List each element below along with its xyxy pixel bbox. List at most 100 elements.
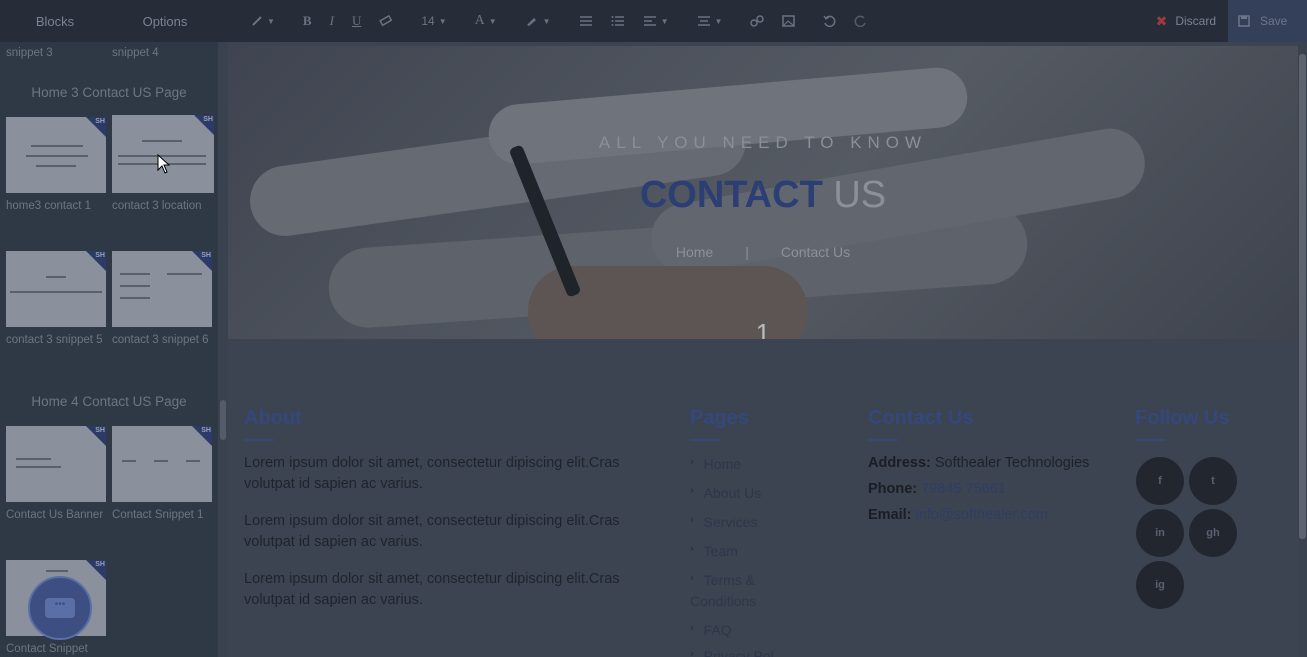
- live-chat-button[interactable]: •••: [28, 576, 92, 640]
- snippet-contact-3-snippet-6[interactable]: SH contact 3 snippet 6: [112, 251, 212, 349]
- font-color-dropdown[interactable]: A ▼: [466, 0, 506, 42]
- breadcrumb-home[interactable]: Home: [676, 244, 713, 260]
- snippet-group-title: Home 3 Contact US Page: [31, 85, 187, 100]
- footer-link-privacy[interactable]: › Privacy Pol: [690, 648, 774, 657]
- hero-title-highlight: CONTACT: [639, 174, 823, 216]
- editor-toolbar: Blocks Options ▼ B I U 14 ▼ A ▼ ▼ ▼ ▼ ✖ …: [0, 0, 1307, 42]
- link-button[interactable]: [741, 0, 773, 42]
- sidebar-tabs: Blocks Options: [0, 0, 220, 42]
- footer-link-home[interactable]: › Home: [690, 456, 741, 472]
- footer-link-terms[interactable]: › Terms &: [690, 572, 755, 588]
- footer-link-about-us[interactable]: › About Us: [690, 485, 761, 501]
- mouse-pointer-icon: [157, 154, 171, 174]
- snippet-label: Contact Us Banner: [6, 509, 104, 521]
- heading-underline: [244, 439, 274, 441]
- discard-label: Discard: [1175, 14, 1216, 28]
- chevron-right-icon: ›: [690, 622, 694, 634]
- bold-icon: B: [302, 13, 312, 28]
- align-dropdown[interactable]: ▼: [634, 0, 678, 42]
- snippets-panel: snippet 3 snippet 4 Home 3 Contact US Pa…: [0, 42, 218, 657]
- heading-underline: [868, 439, 898, 441]
- twitter-icon[interactable]: t: [1189, 457, 1237, 505]
- snippet-thumbnail: SH: [112, 251, 212, 327]
- image-button[interactable]: [773, 0, 804, 42]
- paragraph-dropdown[interactable]: ▼: [688, 0, 732, 42]
- about-paragraph: Lorem ipsum dolor sit amet, consectetur …: [244, 571, 620, 608]
- instagram-icon[interactable]: ig: [1136, 561, 1184, 609]
- linkedin-icon[interactable]: in: [1136, 509, 1184, 557]
- pages-heading: Pages: [690, 407, 749, 429]
- eraser-icon: [379, 15, 393, 27]
- unordered-list-button[interactable]: [570, 0, 602, 42]
- italic-button[interactable]: I: [321, 0, 343, 42]
- save-button[interactable]: Save: [1228, 0, 1307, 42]
- chevron-right-icon: ›: [690, 543, 694, 555]
- list-icon: [579, 16, 592, 26]
- snippet-group-title: Home 4 Contact US Page: [31, 394, 187, 409]
- paint-brush-icon: [526, 18, 536, 26]
- eraser-button[interactable]: [370, 0, 402, 42]
- paragraph-icon: [697, 16, 710, 26]
- facebook-icon[interactable]: f: [1136, 457, 1184, 505]
- snippet-contact-us-banner[interactable]: SH Contact Us Banner: [6, 426, 106, 524]
- follow-heading: Follow Us: [1135, 407, 1230, 429]
- snippet-contact-3-snippet-5[interactable]: SH contact 3 snippet 5: [6, 251, 106, 349]
- close-icon: ✖: [1155, 12, 1168, 29]
- hero-title-rest: US: [822, 174, 887, 216]
- snippet-thumbnail: SH: [6, 251, 106, 327]
- chat-bubble-icon: •••: [45, 598, 75, 618]
- chevron-right-icon: ›: [690, 485, 694, 497]
- font-size-dropdown[interactable]: 14 ▼: [412, 0, 455, 42]
- sidebar-scrollbar[interactable]: [218, 42, 228, 657]
- discard-button[interactable]: ✖ Discard: [1144, 0, 1228, 42]
- canvas-scrollbar[interactable]: [1298, 42, 1307, 657]
- scrollbar-thumb[interactable]: [220, 400, 226, 440]
- undo-button[interactable]: [814, 0, 845, 42]
- about-paragraph: Lorem ipsum dolor sit amet, consectetur …: [244, 513, 620, 550]
- align-left-icon: [643, 16, 656, 26]
- footer-link-conditions[interactable]: Conditions: [690, 593, 756, 609]
- about-paragraph: Lorem ipsum dolor sit amet, consectetur …: [244, 455, 620, 492]
- underline-icon: U: [351, 13, 362, 28]
- style-dropdown[interactable]: ▼: [242, 0, 284, 42]
- breadcrumb-separator: |: [745, 244, 749, 260]
- italic-icon: I: [329, 13, 334, 28]
- snippet-contact-snippet-1[interactable]: SH Contact Snippet 1: [112, 426, 212, 524]
- redo-button[interactable]: [845, 0, 876, 42]
- site-footer: About Lorem ipsum dolor sit amet, consec…: [228, 339, 1298, 657]
- snippet-label: contact 3 snippet 6: [112, 334, 209, 346]
- chevron-right-icon: ›: [690, 572, 694, 584]
- snippet-label: contact 3 location: [112, 200, 202, 212]
- footer-link-faq[interactable]: › FAQ: [690, 622, 732, 638]
- chevron-down-icon: ▼: [660, 16, 669, 26]
- tab-options[interactable]: Options: [110, 0, 220, 42]
- breadcrumb-current: Contact Us: [780, 244, 851, 260]
- contact-email: Email: info@softhealer.com: [868, 507, 1048, 523]
- highlight-dropdown[interactable]: ▼: [516, 0, 560, 42]
- contact-hero-banner[interactable]: ALL YOU NEED TO KNOW CONTACT US Home | C…: [228, 46, 1298, 339]
- footer-link-services[interactable]: › Services: [690, 514, 757, 530]
- ordered-list-button[interactable]: [602, 0, 634, 42]
- chevron-right-icon: ›: [690, 514, 694, 526]
- github-icon[interactable]: gh: [1189, 509, 1237, 557]
- heading-underline: [690, 439, 720, 441]
- tab-blocks[interactable]: Blocks: [0, 0, 110, 42]
- snippet-thumbnail: SH: [112, 426, 212, 502]
- slide-number: 1: [755, 318, 771, 339]
- breadcrumb: Home | Contact Us: [228, 244, 1298, 260]
- footer-link-team[interactable]: › Team: [690, 543, 738, 559]
- about-heading: About: [244, 407, 302, 429]
- brush-icon: [252, 16, 262, 26]
- bold-button[interactable]: B: [294, 0, 321, 42]
- underline-button[interactable]: U: [343, 0, 370, 42]
- hero-subtitle: ALL YOU NEED TO KNOW: [598, 133, 928, 152]
- scrollbar-thumb[interactable]: [1299, 54, 1306, 539]
- image-icon: [782, 15, 796, 27]
- page-canvas: ALL YOU NEED TO KNOW CONTACT US Home | C…: [228, 42, 1298, 657]
- snippet-thumbnail: SH: [6, 426, 106, 502]
- snippet-home3-contact-1[interactable]: SH home3 contact 1: [6, 117, 106, 215]
- ordered-list-icon: [611, 16, 624, 26]
- hero-title: CONTACT US: [228, 174, 1298, 217]
- link-icon: [750, 15, 765, 27]
- font-color-icon: A: [474, 13, 485, 28]
